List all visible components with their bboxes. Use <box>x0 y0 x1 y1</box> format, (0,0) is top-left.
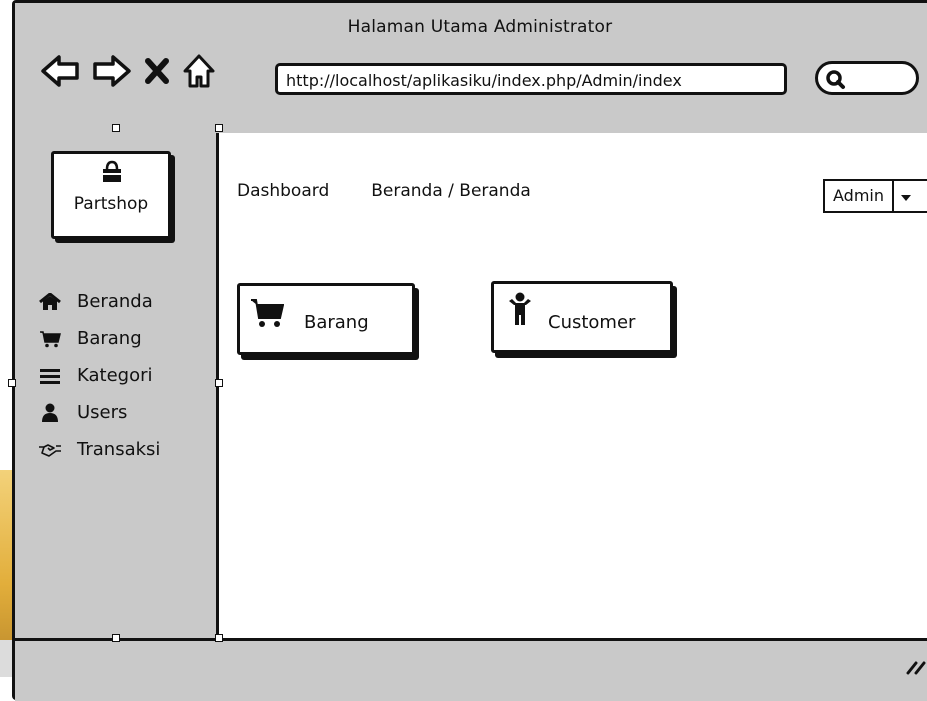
page-title: Dashboard <box>237 181 330 201</box>
cart-icon <box>37 330 63 348</box>
page-header: Dashboard Beranda / Beranda <box>237 181 531 201</box>
browser-toolbar: Halaman Utama Administrator http://local… <box>15 3 927 136</box>
sidebar-item-label: Beranda <box>77 291 153 312</box>
breadcrumb[interactable]: Beranda / Beranda <box>371 181 531 201</box>
handshake-icon <box>37 442 63 458</box>
selection-handle <box>112 634 120 642</box>
selection-handle <box>8 379 16 387</box>
sidebar-item-beranda[interactable]: Beranda <box>37 283 160 320</box>
sidebar-item-barang[interactable]: Barang <box>37 320 160 357</box>
user-icon <box>37 403 63 423</box>
sidebar-item-label: Transaksi <box>77 439 161 460</box>
selection-handle <box>215 124 223 132</box>
status-bar <box>15 638 927 701</box>
person-icon <box>508 292 532 330</box>
selection-handle <box>215 634 223 642</box>
menu-lines-icon <box>37 367 63 385</box>
sidebar-item-kategori[interactable]: Kategori <box>37 357 160 394</box>
card-label: Customer <box>548 312 636 333</box>
brand-card[interactable]: Partshop <box>51 151 171 239</box>
search-icon <box>824 68 846 94</box>
shopping-bag-icon <box>101 160 123 188</box>
close-x-icon[interactable] <box>143 51 171 91</box>
user-dropdown[interactable]: Admin <box>823 179 927 213</box>
home-icon <box>37 292 63 311</box>
brand-name: Partshop <box>73 194 149 214</box>
user-dropdown-value: Admin <box>825 181 894 211</box>
sidebar-item-label: Kategori <box>77 365 153 386</box>
selection-handle <box>215 379 223 387</box>
sidebar-item-label: Barang <box>77 328 142 349</box>
chevron-down-icon <box>894 187 918 206</box>
card-customer[interactable]: Customer <box>491 281 673 353</box>
browser-window: Halaman Utama Administrator http://local… <box>12 0 927 701</box>
forward-arrow-icon[interactable] <box>91 51 133 91</box>
sidebar-menu: Beranda Barang Kategori Users Transaksi <box>37 283 160 468</box>
sidebar-item-users[interactable]: Users <box>37 394 160 431</box>
window-title: Halaman Utama Administrator <box>347 17 613 37</box>
card-label: Barang <box>304 312 369 333</box>
home-icon[interactable] <box>181 51 217 91</box>
sidebar: Partshop Beranda Barang Kategori Users T… <box>15 133 219 638</box>
search-input[interactable] <box>815 61 919 95</box>
selection-handle <box>112 124 120 132</box>
cart-icon <box>250 298 285 332</box>
sidebar-item-transaksi[interactable]: Transaksi <box>37 431 160 468</box>
card-barang[interactable]: Barang <box>237 283 415 355</box>
sidebar-item-label: Users <box>77 402 128 423</box>
main-content: Dashboard Beranda / Beranda Admin Barang… <box>219 133 927 638</box>
address-bar[interactable]: http://localhost/aplikasiku/index.php/Ad… <box>275 63 787 95</box>
resize-grip-icon[interactable] <box>905 655 927 679</box>
back-arrow-icon[interactable] <box>39 51 81 91</box>
nav-buttons <box>39 51 217 91</box>
